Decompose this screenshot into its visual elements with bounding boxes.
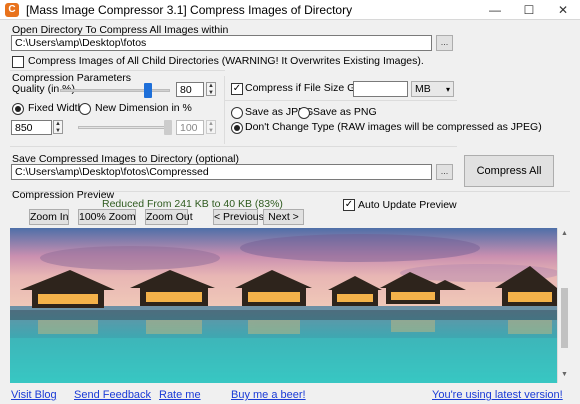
rate-me-link[interactable]: Rate me bbox=[159, 389, 201, 401]
size-threshold-checkbox[interactable]: ✓ bbox=[231, 83, 243, 95]
fixed-width-radio[interactable] bbox=[12, 103, 24, 115]
quality-spinner[interactable]: ▲ ▼ bbox=[206, 82, 216, 96]
send-feedback-link[interactable]: Send Feedback bbox=[74, 389, 151, 401]
check-icon: ✓ bbox=[344, 199, 354, 210]
dimension-spinner[interactable]: ▲ ▼ bbox=[206, 120, 216, 134]
child-directories-label: Compress Images of All Child Directories… bbox=[28, 55, 424, 67]
visit-blog-link[interactable]: Visit Blog bbox=[11, 389, 57, 401]
zoom-100-button[interactable]: 100% Zoom bbox=[78, 209, 136, 225]
size-threshold-input[interactable] bbox=[353, 81, 408, 97]
save-png-label: Save as PNG bbox=[313, 106, 377, 118]
save-png-radio[interactable] bbox=[298, 107, 310, 119]
keep-type-label: Don't Change Type (RAW images will be co… bbox=[245, 121, 542, 133]
zoom-out-button[interactable]: Zoom Out bbox=[145, 209, 193, 225]
compress-all-button[interactable]: Compress All bbox=[464, 155, 554, 187]
next-button[interactable]: Next > bbox=[263, 209, 304, 225]
source-directory-input[interactable]: C:\Users\amp\Desktop\fotos bbox=[11, 35, 432, 51]
new-dimension-radio[interactable] bbox=[79, 103, 91, 115]
compression-preview-label: Compression Preview bbox=[12, 189, 115, 201]
size-unit-value: MB bbox=[415, 83, 431, 95]
preview-scrollbar[interactable]: ▲ ▼ bbox=[557, 228, 570, 383]
dimension-input[interactable]: 100 bbox=[176, 120, 204, 135]
previous-button[interactable]: < Previous bbox=[213, 209, 264, 225]
child-directories-checkbox[interactable] bbox=[12, 56, 24, 68]
right-divider bbox=[224, 100, 457, 101]
title-bar[interactable]: C [Mass Image Compressor 3.1] Compress I… bbox=[0, 0, 580, 20]
quality-slider-track bbox=[60, 89, 170, 92]
width-spinner[interactable]: ▲ ▼ bbox=[53, 120, 63, 134]
fixed-width-label: Fixed Width bbox=[28, 102, 84, 114]
buy-beer-link[interactable]: Buy me a beer! bbox=[231, 389, 306, 401]
dimension-slider-track bbox=[78, 126, 170, 129]
output-divider bbox=[10, 146, 457, 147]
window-title: [Mass Image Compressor 3.1] Compress Ima… bbox=[26, 3, 353, 17]
water-villas-photo bbox=[10, 228, 557, 383]
output-browse-button[interactable]: ... bbox=[436, 164, 453, 180]
scroll-down-icon[interactable]: ▼ bbox=[561, 371, 568, 378]
minimize-button[interactable]: — bbox=[478, 0, 512, 20]
scroll-up-icon[interactable]: ▲ bbox=[561, 230, 568, 237]
dimension-slider-thumb[interactable] bbox=[164, 120, 172, 135]
width-input[interactable]: 850 bbox=[11, 120, 52, 135]
preview-image[interactable] bbox=[10, 228, 557, 383]
params-separator bbox=[224, 76, 225, 144]
save-jpeg-radio[interactable] bbox=[231, 107, 243, 119]
quality-input[interactable]: 80 bbox=[176, 82, 204, 97]
size-unit-select[interactable]: MB ▾ bbox=[411, 81, 454, 97]
zoom-in-button[interactable]: Zoom In bbox=[29, 209, 69, 225]
app-icon: C bbox=[5, 3, 19, 17]
output-directory-input[interactable]: C:\Users\amp\Desktop\fotos\Compressed bbox=[11, 164, 432, 180]
latest-version-link[interactable]: You're using latest version! bbox=[432, 389, 563, 401]
maximize-button[interactable]: ☐ bbox=[512, 0, 546, 20]
scrollbar-thumb[interactable] bbox=[561, 288, 568, 348]
new-dimension-label: New Dimension in % bbox=[95, 102, 192, 114]
auto-update-checkbox[interactable]: ✓ bbox=[343, 199, 355, 211]
source-browse-button[interactable]: ... bbox=[436, 35, 453, 51]
auto-update-label: Auto Update Preview bbox=[358, 199, 457, 211]
close-button[interactable]: ✕ bbox=[546, 0, 580, 20]
chevron-down-icon: ▾ bbox=[445, 85, 450, 94]
check-icon: ✓ bbox=[232, 83, 242, 94]
params-divider bbox=[10, 70, 225, 71]
keep-type-radio[interactable] bbox=[231, 122, 243, 134]
quality-slider-thumb[interactable] bbox=[144, 83, 152, 98]
